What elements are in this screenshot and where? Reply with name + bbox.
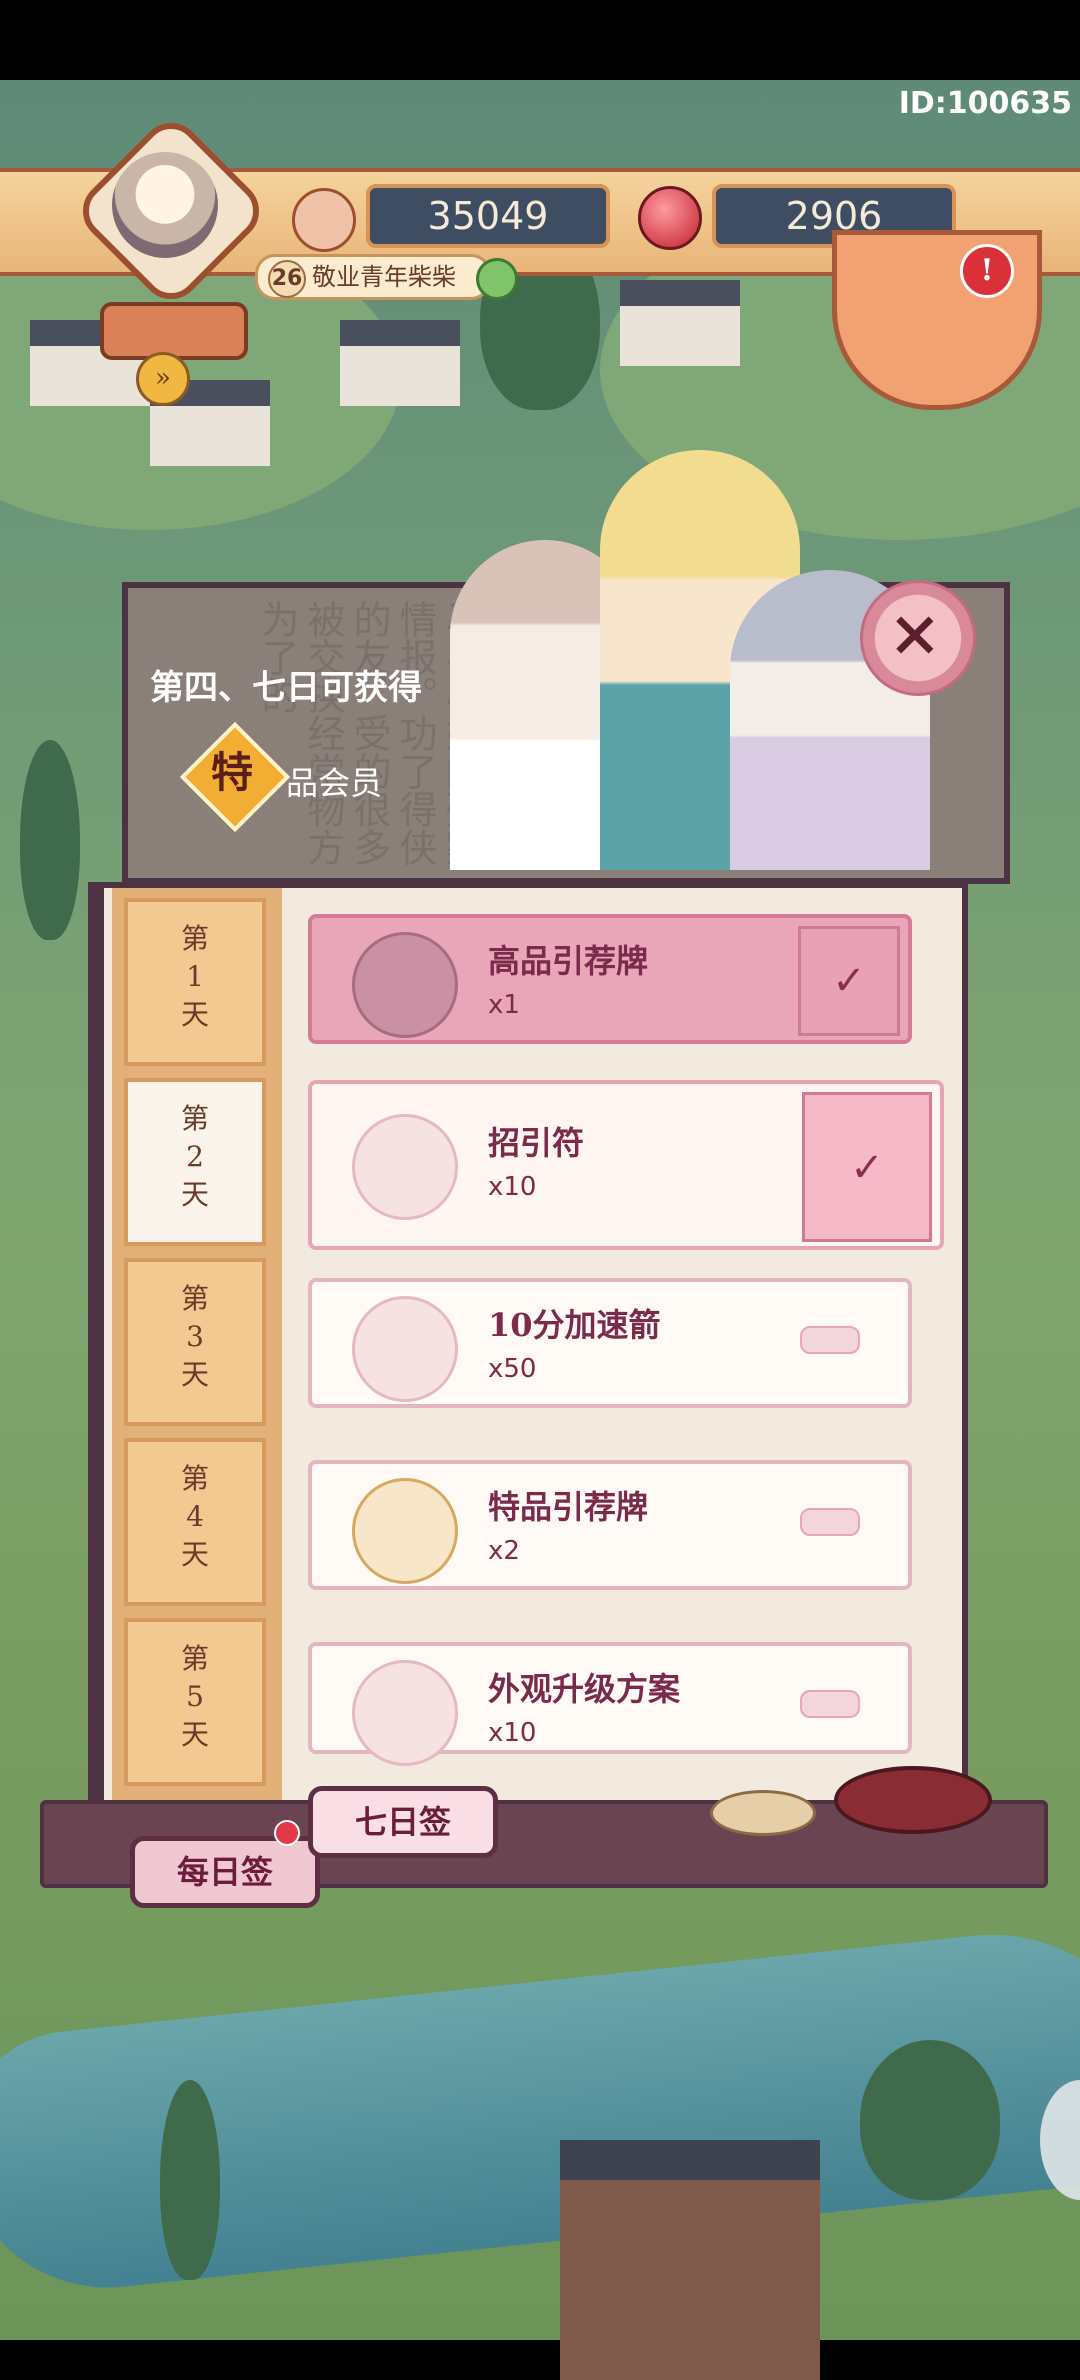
day-tab-label: 第 3 天 [180, 1282, 209, 1391]
close-icon[interactable]: × [888, 596, 942, 671]
reward-row-day-2[interactable]: 招引符 x10 ✓ [308, 1080, 944, 1250]
tree [20, 740, 80, 940]
mushroom-icon [292, 188, 356, 252]
banner-background-text: 马县小姐的殊案情报。功了得侠的友，受的很多被交换经常物方为了的 [255, 600, 483, 866]
pending-status-icon [800, 1508, 860, 1536]
pending-status-icon [800, 1326, 860, 1354]
reward-row-day-5[interactable]: 外观升级方案 x10 [308, 1642, 912, 1766]
reward-count: x10 [488, 1718, 537, 1748]
red-gem-icon [638, 186, 702, 250]
currency1-value: 35049 [366, 184, 610, 248]
day-tab-label: 第 5 天 [180, 1642, 209, 1751]
day-tab-4[interactable]: 第 4 天 [124, 1438, 266, 1606]
reward-count: x2 [488, 1536, 520, 1566]
pending-status-icon [800, 1690, 860, 1718]
tab-seven-day-sign[interactable]: 七日签 [308, 1786, 498, 1858]
reward-name: 高品引荐牌 [488, 942, 649, 980]
reward-count: x1 [488, 990, 520, 1020]
arrow-icon [352, 1296, 458, 1402]
chevron-down-icon[interactable]: » [136, 352, 190, 406]
alert-icon[interactable]: ! [960, 244, 1014, 298]
day-tab-3[interactable]: 第 3 天 [124, 1258, 266, 1426]
pavilion-decoration [560, 2140, 820, 2380]
reward-row-day-1[interactable]: 高品引荐牌 x1 ✓ [308, 914, 912, 1044]
village-house [620, 280, 740, 366]
tree [860, 2040, 1000, 2200]
claim-button[interactable]: ✓ [802, 1092, 932, 1242]
checkmark-icon: ✓ [798, 926, 900, 1036]
notification-dot [274, 1820, 300, 1846]
tab-daily-sign[interactable]: 每日签 [130, 1836, 320, 1908]
player-level-badge: 26 敬业青年柴柴 [255, 254, 491, 300]
day-tab-label: 第 2 天 [180, 1102, 209, 1211]
player-avatar[interactable] [112, 152, 218, 258]
player-title: 敬业青年柴柴 [312, 263, 456, 291]
scroll-icon [352, 1660, 458, 1766]
village-house [340, 320, 460, 406]
banner-title: 第四、七日可获得 [150, 668, 422, 708]
day-tab-1[interactable]: 第 1 天 [124, 898, 266, 1066]
title-edit-icon[interactable] [476, 258, 518, 300]
banner-subtitle: 品会员 [286, 764, 383, 802]
day-tab-2[interactable]: 第 2 天 [124, 1078, 266, 1246]
day-tab-label: 第 4 天 [180, 1462, 209, 1571]
ink-pot-decoration [834, 1766, 992, 1834]
player-id: ID:100635 [898, 86, 1072, 121]
reward-name: 外观升级方案 [488, 1670, 681, 1708]
reward-name: 特品引荐牌 [488, 1488, 649, 1526]
gold-seal-bag-icon [352, 1478, 458, 1584]
reward-count: x10 [488, 1172, 537, 1202]
ink-bowl-decoration [710, 1790, 816, 1836]
reward-row-day-3[interactable]: 10分加速箭 x50 [308, 1278, 912, 1408]
day-tab-label: 第 1 天 [180, 922, 209, 1031]
tree [160, 2080, 220, 2280]
level-number: 26 [268, 260, 306, 298]
reward-name: 10分加速箭 [488, 1306, 661, 1344]
reward-count: x50 [488, 1354, 537, 1384]
reward-name: 招引符 [488, 1124, 585, 1162]
seal-bag-icon [352, 932, 458, 1038]
vip-badge-char: 特 [210, 748, 253, 797]
reward-row-day-4[interactable]: 特品引荐牌 x2 [308, 1460, 912, 1590]
scroll-menu-button[interactable] [100, 302, 248, 360]
day-tab-5[interactable]: 第 5 天 [124, 1618, 266, 1786]
talisman-icon [352, 1114, 458, 1220]
